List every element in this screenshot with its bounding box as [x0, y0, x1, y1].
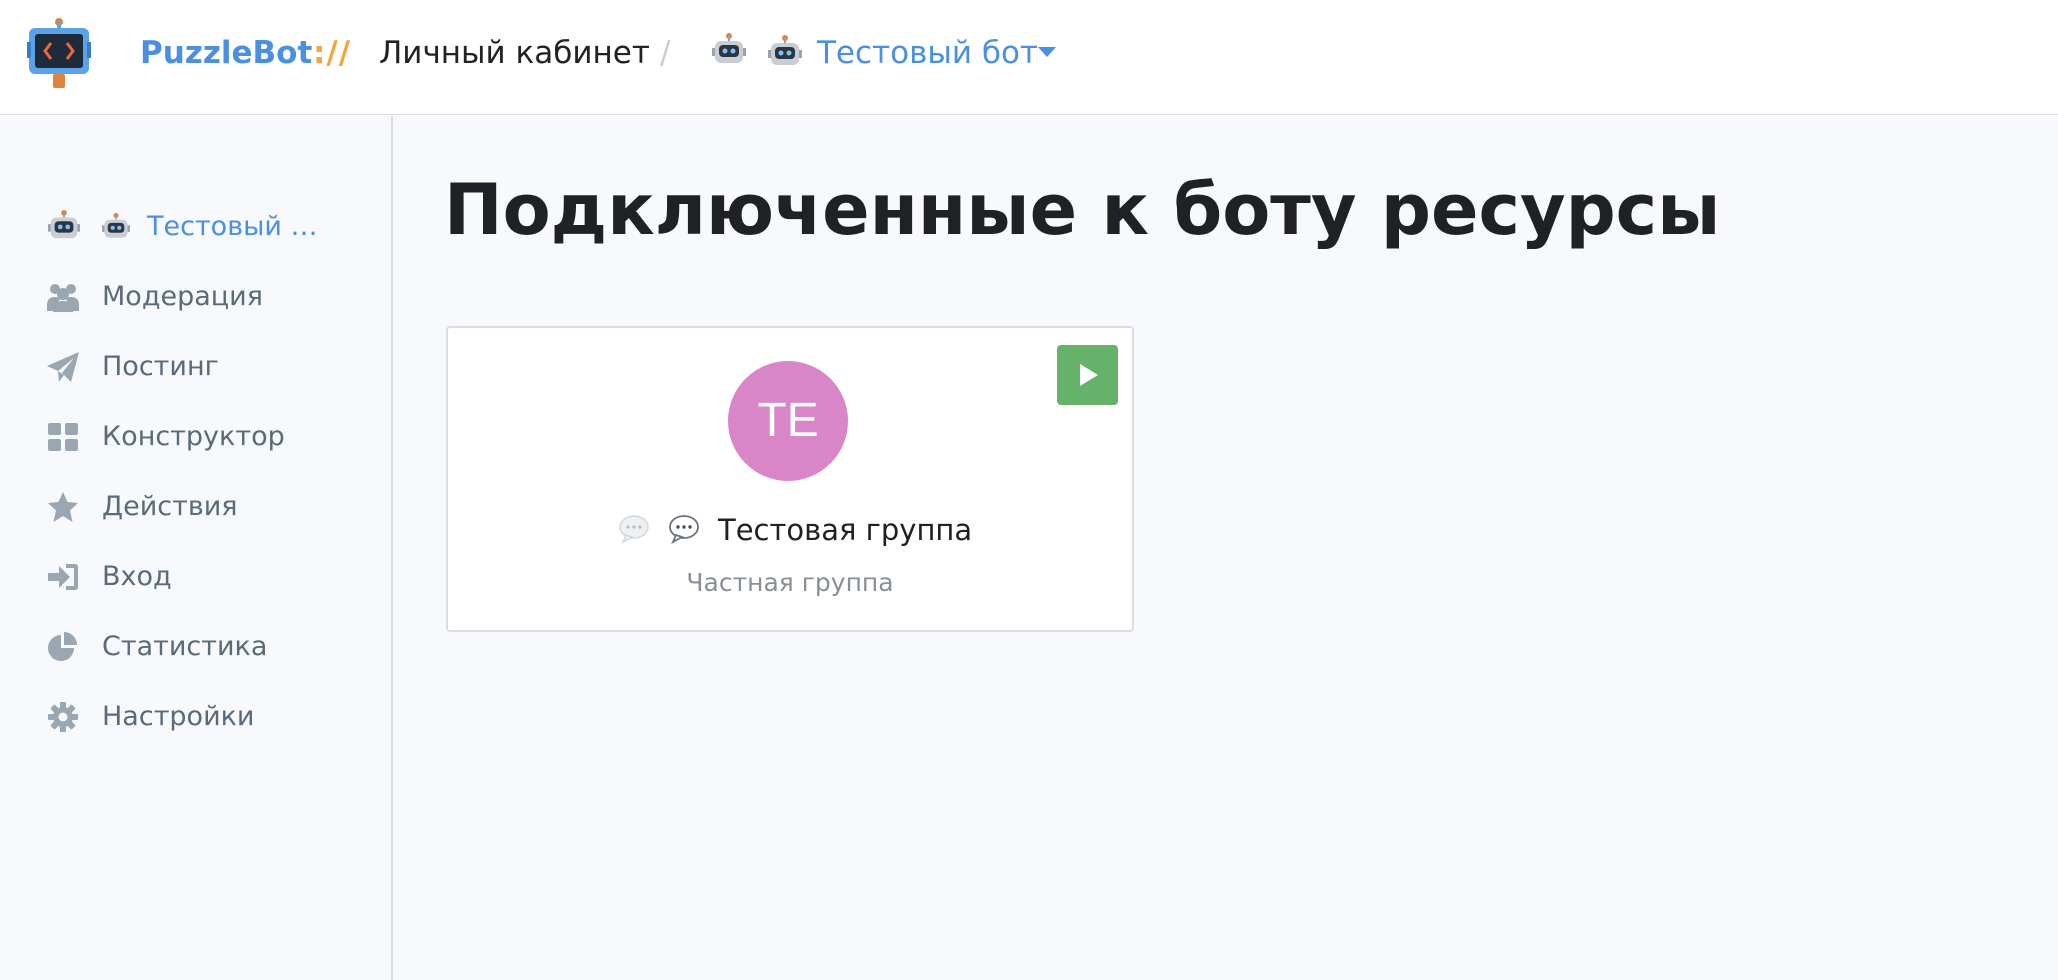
- bot-selector[interactable]: Тестовый бот: [817, 33, 1038, 73]
- speech-bubble-icon: [669, 515, 699, 544]
- sidebar-item-posting[interactable]: Постинг: [0, 342, 390, 392]
- avatar: TE: [728, 361, 848, 481]
- breadcrumb-separator: /: [660, 35, 671, 71]
- brand-separator: ://: [313, 35, 352, 71]
- sidebar-item-label: Тестовый …: [147, 211, 318, 242]
- sidebar-item-constructor[interactable]: Конструктор: [0, 412, 390, 462]
- robot-icon: [48, 210, 80, 239]
- sidebar-item-label: Модерация: [102, 281, 263, 312]
- puzzlebot-logo[interactable]: [27, 16, 91, 88]
- paper-plane-icon: [47, 352, 79, 382]
- sidebar-item-bot[interactable]: Тестовый …: [0, 202, 390, 252]
- speech-bubble-icon: [619, 515, 649, 544]
- sidebar-item-settings[interactable]: Настройки: [0, 692, 390, 742]
- sidebar-item-actions[interactable]: Действия: [0, 482, 390, 532]
- page-title: Подключенные к боту ресурсы: [444, 169, 1721, 251]
- sidebar-item-label: Конструктор: [102, 421, 285, 452]
- sidebar-item-label: Настройки: [102, 701, 255, 732]
- robot-icon: [768, 35, 802, 65]
- resource-card[interactable]: TE Тестовая группа Частная группа: [446, 326, 1134, 632]
- gear-icon: [48, 702, 78, 732]
- sidebar: Тестовый … Модерация Постинг Конструктор: [0, 116, 393, 980]
- cabinet-link[interactable]: Личный кабинет: [379, 33, 650, 73]
- sidebar-item-statistics[interactable]: Статистика: [0, 622, 390, 672]
- play-icon: [1080, 364, 1098, 386]
- top-header: PuzzleBot :// Личный кабинет / Тестовый …: [0, 0, 2058, 115]
- resource-name: Тестовая группа: [718, 513, 973, 547]
- play-button[interactable]: [1057, 345, 1118, 405]
- resource-type: Частная группа: [686, 568, 894, 597]
- users-icon: [47, 284, 79, 312]
- star-icon: [48, 492, 78, 522]
- sidebar-item-label: Постинг: [102, 351, 219, 382]
- sidebar-item-moderation[interactable]: Модерация: [0, 272, 390, 322]
- sign-in-icon: [48, 564, 78, 590]
- grid-icon: [48, 423, 78, 451]
- brand-name[interactable]: PuzzleBot: [140, 33, 312, 73]
- sidebar-item-entry[interactable]: Вход: [0, 552, 390, 602]
- sidebar-item-label: Действия: [102, 491, 238, 522]
- robot-icon: [712, 33, 746, 63]
- sidebar-item-label: Вход: [102, 561, 172, 592]
- pie-chart-icon: [48, 632, 77, 661]
- robot-icon: [102, 213, 130, 238]
- chevron-down-icon[interactable]: [1038, 47, 1056, 57]
- sidebar-item-label: Статистика: [102, 631, 268, 662]
